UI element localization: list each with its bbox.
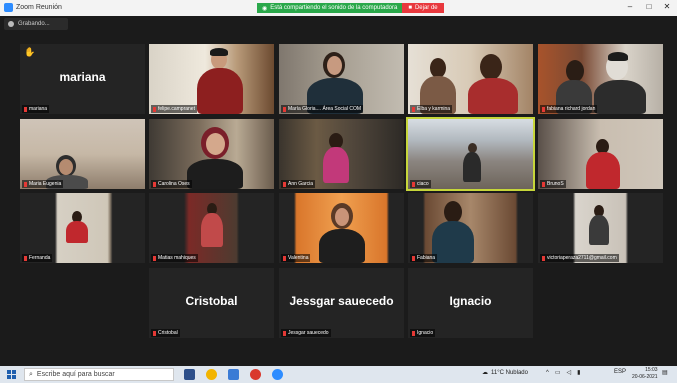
participant-tile-ann-garcia[interactable]: Ann Garcia <box>279 119 404 189</box>
participant-tile-fabiana-richard[interactable]: fabiana richard jordan <box>538 44 663 114</box>
taskbar-search-input[interactable]: ⌕ Escribe aquí para buscar <box>24 368 174 381</box>
participant-tile-felipe[interactable]: felipe.campranet <box>149 44 274 114</box>
participant-name: María Gloria.... Área Social COM <box>281 105 364 113</box>
participant-tile-cristobal[interactable]: Cristobal Cristobal <box>149 268 274 338</box>
chrome-icon[interactable] <box>206 369 217 380</box>
notifications-icon[interactable]: ▤ <box>662 369 668 376</box>
participant-tile-maria-eugenia[interactable]: Maria Eugenia <box>20 119 145 189</box>
participant-tile-jessgar[interactable]: Jessgar sauecedo Jessgar sauecedo <box>279 268 404 338</box>
participant-tile-ciaco-active-speaker[interactable]: ciaco <box>406 117 535 191</box>
mic-muted-icon <box>24 106 27 112</box>
participant-tile-maria-gloria[interactable]: María Gloria.... Área Social COM <box>279 44 404 114</box>
sharing-indicator: ◉ Está compartiendo el sonido de la comp… <box>257 3 403 13</box>
share-status-bar: ◉ Está compartiendo el sonido de la comp… <box>257 3 444 13</box>
participant-name: felipe.campranet <box>151 105 197 113</box>
participant-name: Ann Garcia <box>281 180 316 188</box>
app-title: Zoom Reunión <box>4 3 62 12</box>
participant-name: Carolina Oses <box>151 180 192 188</box>
zoom-taskbar-icon[interactable] <box>272 369 283 380</box>
windows-start-icon[interactable] <box>7 370 16 379</box>
participant-tile-fernanda[interactable]: Fernanda <box>20 193 145 263</box>
recording-icon <box>8 21 14 27</box>
participant-tile-mariana[interactable]: ✋ mariana mariana <box>20 44 145 114</box>
participant-name: fabiana richard jordan <box>540 105 598 113</box>
minimize-button[interactable]: – <box>624 2 636 11</box>
battery-icon: ▮ <box>577 370 581 376</box>
participant-name: BrunoS <box>540 180 566 188</box>
recording-indicator[interactable]: Grabando... <box>4 18 68 30</box>
chevron-up-icon: ^ <box>546 369 549 376</box>
stop-share-button[interactable]: ■ Dejar de <box>402 3 444 13</box>
stop-icon: ■ <box>408 5 412 11</box>
participant-tile-brunos[interactable]: BrunoS <box>538 119 663 189</box>
participant-name: mariana <box>22 105 50 113</box>
participant-tile-carolina[interactable]: Carolina Oses <box>149 119 274 189</box>
maximize-button[interactable]: □ <box>643 2 655 11</box>
file-explorer-icon[interactable] <box>228 369 239 380</box>
participant-name: Ignacio <box>410 329 436 337</box>
network-icon: ▭ <box>554 370 561 376</box>
participant-tile-valentina[interactable]: Valentina <box>279 193 404 263</box>
opera-icon[interactable] <box>250 369 261 380</box>
participant-name: Maria Eugenia <box>22 180 64 188</box>
clock[interactable]: 15:03 20-06-2021 <box>632 367 658 381</box>
cloud-icon: ☁ <box>482 370 488 376</box>
participant-tile-elba[interactable]: Elba y karmina <box>408 44 533 114</box>
participant-name: Fernanda <box>22 254 53 262</box>
zoom-logo-icon <box>4 3 13 12</box>
participant-name: Cristobal <box>151 329 180 337</box>
participant-name: Jessgar sauecedo <box>281 329 331 337</box>
title-bar: Zoom Reunión ◉ Está compartiendo el soni… <box>0 0 677 16</box>
language-indicator[interactable]: ESP <box>614 369 626 375</box>
participant-name: ciaco <box>410 180 431 188</box>
participant-name: Matias mahiques <box>151 254 198 262</box>
weather-widget[interactable]: ☁ 11°C Nublado <box>482 369 528 377</box>
participant-tile-fabiana[interactable]: Fabiana <box>408 193 533 263</box>
sharing-icon: ◉ <box>262 5 268 12</box>
search-icon: ⌕ <box>29 370 33 378</box>
participant-name: Elba y karmina <box>410 105 453 113</box>
windows-taskbar: ⌕ Escribe aquí para buscar ☁ 11°C Nublad… <box>0 366 677 383</box>
task-view-icon[interactable] <box>184 369 195 380</box>
volume-icon: ◁ <box>566 370 572 376</box>
participant-name: Valentina <box>281 254 311 262</box>
raised-hand-icon: ✋ <box>24 47 36 57</box>
close-button[interactable]: ✕ <box>661 2 673 11</box>
participant-name: victoriaperaza2711@gmail.com <box>540 254 619 262</box>
participant-name: Fabiana <box>410 254 438 262</box>
participant-tile-matias[interactable]: Matias mahiques <box>149 193 274 263</box>
participant-tile-victoria[interactable]: victoriaperaza2711@gmail.com <box>538 193 663 263</box>
participant-tile-ignacio[interactable]: Ignacio Ignacio <box>408 268 533 338</box>
system-tray-icons[interactable]: ^ ▭ ◁ ▮ <box>546 369 581 377</box>
